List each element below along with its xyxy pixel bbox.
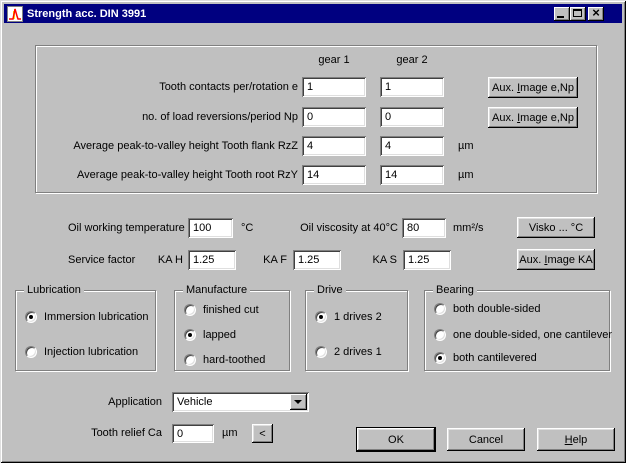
- app-icon: [7, 6, 23, 22]
- ka-s-input[interactable]: [403, 250, 451, 270]
- application-dropdown-value: Vehicle: [177, 395, 212, 409]
- tooth-relief-label: Tooth relief Ca: [60, 424, 162, 443]
- maximize-button[interactable]: [570, 7, 586, 21]
- radio-icon: [25, 311, 37, 323]
- application-dropdown[interactable]: Vehicle: [172, 392, 309, 412]
- window-title: Strength acc. DIN 3991: [27, 8, 146, 20]
- drive-groupbox: Drive 1 drives 2 2 drives 1: [305, 290, 408, 371]
- radio-icon: [25, 346, 37, 358]
- application-dropdown-arrow-button[interactable]: [290, 394, 307, 410]
- ka-h-label: KA H: [120, 250, 183, 270]
- radio-icon: [184, 354, 196, 366]
- manufacture-groupbox-title: Manufacture: [183, 284, 250, 297]
- close-button[interactable]: ×: [588, 7, 604, 21]
- radio-icon: [315, 346, 327, 358]
- oil-viscosity-unit: mm²/s: [453, 218, 484, 238]
- ka-h-input[interactable]: [188, 250, 236, 270]
- radio-icon: [434, 329, 446, 341]
- rzy-unit-label: µm: [458, 165, 474, 185]
- ka-f-label: KA F: [230, 250, 287, 270]
- chevron-down-icon: [294, 400, 302, 404]
- oil-temperature-label: Oil working temperature: [68, 218, 185, 238]
- radio-icon: [184, 329, 196, 341]
- application-label: Application: [60, 392, 162, 412]
- rzz-gear2-input[interactable]: [380, 136, 444, 156]
- rzy-label: Average peak-to-valley height Tooth root…: [40, 165, 298, 185]
- rzy-gear1-input[interactable]: [302, 165, 366, 185]
- aux-image-enp-button-1[interactable]: Aux. Image e,Np: [488, 77, 578, 98]
- oil-viscosity-label: Oil viscosity at 40°C: [250, 218, 398, 238]
- tooth-contacts-gear1-input[interactable]: [302, 77, 366, 97]
- tooth-relief-input[interactable]: [172, 424, 214, 443]
- lubrication-groupbox-title: Lubrication: [24, 284, 84, 297]
- tooth-relief-suggest-button[interactable]: <: [252, 424, 273, 443]
- aux-image-enp-button-2[interactable]: Aux. Image e,Np: [488, 107, 578, 128]
- ka-f-input[interactable]: [293, 250, 341, 270]
- help-button[interactable]: Help: [537, 428, 615, 451]
- rzy-gear2-input[interactable]: [380, 165, 444, 185]
- close-icon: ×: [588, 6, 604, 20]
- rzz-unit-label: µm: [458, 136, 474, 156]
- drive-groupbox-title: Drive: [314, 284, 346, 297]
- oil-viscosity-input[interactable]: [402, 218, 446, 238]
- rzz-label: Average peak-to-valley height Tooth flan…: [40, 136, 298, 156]
- bearing-groupbox-title: Bearing: [433, 284, 477, 297]
- bearing-groupbox: Bearing both double-sided one double-sid…: [424, 290, 610, 371]
- load-reversions-gear2-input[interactable]: [380, 107, 444, 127]
- maximize-icon: [573, 9, 582, 17]
- load-reversions-gear1-input[interactable]: [302, 107, 366, 127]
- radio-icon: [315, 311, 327, 323]
- minimize-icon: [557, 16, 564, 18]
- visko-button[interactable]: Visko ... °C: [517, 217, 595, 238]
- tooth-contacts-gear2-input[interactable]: [380, 77, 444, 97]
- title-bar[interactable]: Strength acc. DIN 3991 ×: [4, 4, 622, 23]
- ka-s-label: KA S: [340, 250, 397, 270]
- rzz-gear1-input[interactable]: [302, 136, 366, 156]
- tooth-relief-unit: µm: [222, 424, 238, 443]
- minimize-button[interactable]: [554, 7, 570, 21]
- gear1-column-header: gear 1: [302, 50, 366, 70]
- dialog-window: Strength acc. DIN 3991 × gear 1 gear 2 T…: [0, 0, 626, 463]
- oil-temperature-input[interactable]: [188, 218, 233, 238]
- load-reversions-label: no. of load reversions/period Np: [40, 107, 298, 127]
- manufacture-groupbox: Manufacture finished cut lapped hard-too…: [174, 290, 290, 371]
- lubrication-groupbox: Lubrication Immersion lubrication Inject…: [15, 290, 156, 371]
- cancel-button[interactable]: Cancel: [447, 428, 525, 451]
- radio-icon: [434, 303, 446, 315]
- ok-button[interactable]: OK: [357, 428, 435, 451]
- radio-icon: [184, 304, 196, 316]
- aux-image-ka-button[interactable]: Aux. Image KA: [517, 249, 595, 270]
- radio-icon: [434, 352, 446, 364]
- tooth-contacts-label: Tooth contacts per/rotation e: [40, 77, 298, 97]
- gear2-column-header: gear 2: [380, 50, 444, 70]
